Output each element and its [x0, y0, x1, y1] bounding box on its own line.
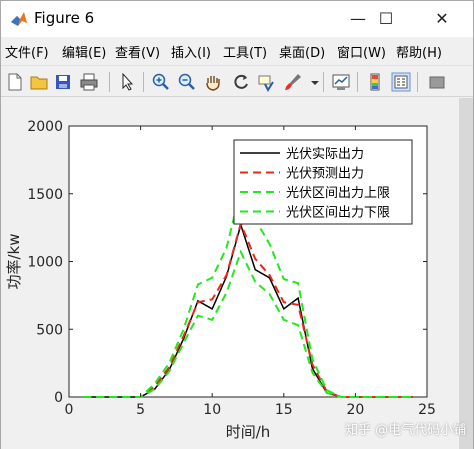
- legend-entry-label: 光伏预测出力: [286, 167, 364, 182]
- menu-help[interactable]: 帮助(H): [396, 42, 442, 61]
- toolbar-separator: [109, 72, 110, 92]
- x-tick-label: 10: [203, 402, 221, 418]
- y-tick-label: 2000: [27, 119, 63, 135]
- toolbar-separator: [357, 72, 358, 92]
- menu-insert[interactable]: 插入(I): [171, 42, 211, 61]
- x-axis-label: 时间/h: [226, 423, 271, 441]
- menu-edit[interactable]: 编辑(E): [62, 42, 106, 61]
- colorbar-icon[interactable]: [365, 72, 385, 92]
- menu-window[interactable]: 窗口(W): [337, 42, 386, 61]
- legend-entry-label: 光伏区间出力上限: [286, 186, 390, 201]
- menu-file[interactable]: 文件(F): [5, 42, 49, 61]
- legend-entry-label: 光伏区间出力下限: [286, 206, 390, 221]
- y-axis-label: 功率/kw: [5, 233, 23, 289]
- y-tick-label: 1000: [27, 255, 63, 271]
- rotate-3d-icon[interactable]: [231, 72, 251, 92]
- x-tick-label: 15: [275, 402, 293, 418]
- new-figure-icon[interactable]: [5, 72, 25, 92]
- y-tick-label: 500: [36, 322, 63, 338]
- watermark-text: 知乎 @电气代码小铺: [345, 423, 467, 438]
- figure-canvas: 0 5 10 15 20 25 0 500 1000 1500 2000 时间/h 功率/kw 光伏实际…: [1, 98, 473, 449]
- y-tick-label: 0: [54, 390, 63, 406]
- figure-window: Figure 6 — ☐ ✕ 文件(F) 编辑(E) 查看(V) 插入(I) 工…: [0, 0, 474, 449]
- legend-icon[interactable]: [391, 72, 411, 92]
- zoom-out-icon[interactable]: [177, 72, 197, 92]
- x-tick-label: 25: [418, 402, 436, 418]
- legend-entry-label: 光伏实际出力: [286, 147, 364, 162]
- pan-hand-icon[interactable]: [203, 72, 223, 92]
- window-title: Figure 6: [34, 9, 95, 27]
- x-tick-label: 5: [136, 402, 145, 418]
- line-chart: 0 5 10 15 20 25 0 500 1000 1500 2000 时间/h 功率/kw 光伏实际…: [5, 119, 436, 441]
- toolbar-separator: [417, 72, 418, 92]
- brush-dropdown-icon[interactable]: [305, 72, 325, 92]
- link-plot-icon[interactable]: [331, 72, 351, 92]
- menu-view[interactable]: 查看(V): [115, 42, 160, 61]
- figure-toolbar: [1, 65, 473, 97]
- brush-icon[interactable]: [283, 72, 303, 92]
- toolbar-separator: [143, 72, 144, 92]
- x-tick-label: 20: [346, 402, 364, 418]
- save-icon[interactable]: [53, 72, 73, 92]
- data-cursor-icon[interactable]: [257, 72, 277, 92]
- matlab-logo-icon: [10, 10, 28, 28]
- x-tick-label: 0: [65, 402, 74, 418]
- select-arrow-icon[interactable]: [117, 72, 137, 92]
- title-bar: Figure 6 — ☐ ✕: [1, 1, 473, 37]
- menu-bar: 文件(F) 编辑(E) 查看(V) 插入(I) 工具(T) 桌面(D) 窗口(W…: [1, 38, 473, 64]
- property-editor-icon[interactable]: [427, 72, 447, 92]
- window-edge-strip: [459, 98, 473, 449]
- menu-desktop[interactable]: 桌面(D): [279, 42, 325, 61]
- zoom-in-icon[interactable]: [151, 72, 171, 92]
- print-icon[interactable]: [79, 72, 99, 92]
- menu-tools[interactable]: 工具(T): [223, 42, 267, 61]
- maximize-button[interactable]: ☐: [363, 1, 409, 37]
- close-button[interactable]: ✕: [419, 1, 465, 37]
- toolbar-separator: [323, 72, 324, 92]
- y-tick-label: 1500: [27, 187, 63, 203]
- open-file-icon[interactable]: [29, 72, 49, 92]
